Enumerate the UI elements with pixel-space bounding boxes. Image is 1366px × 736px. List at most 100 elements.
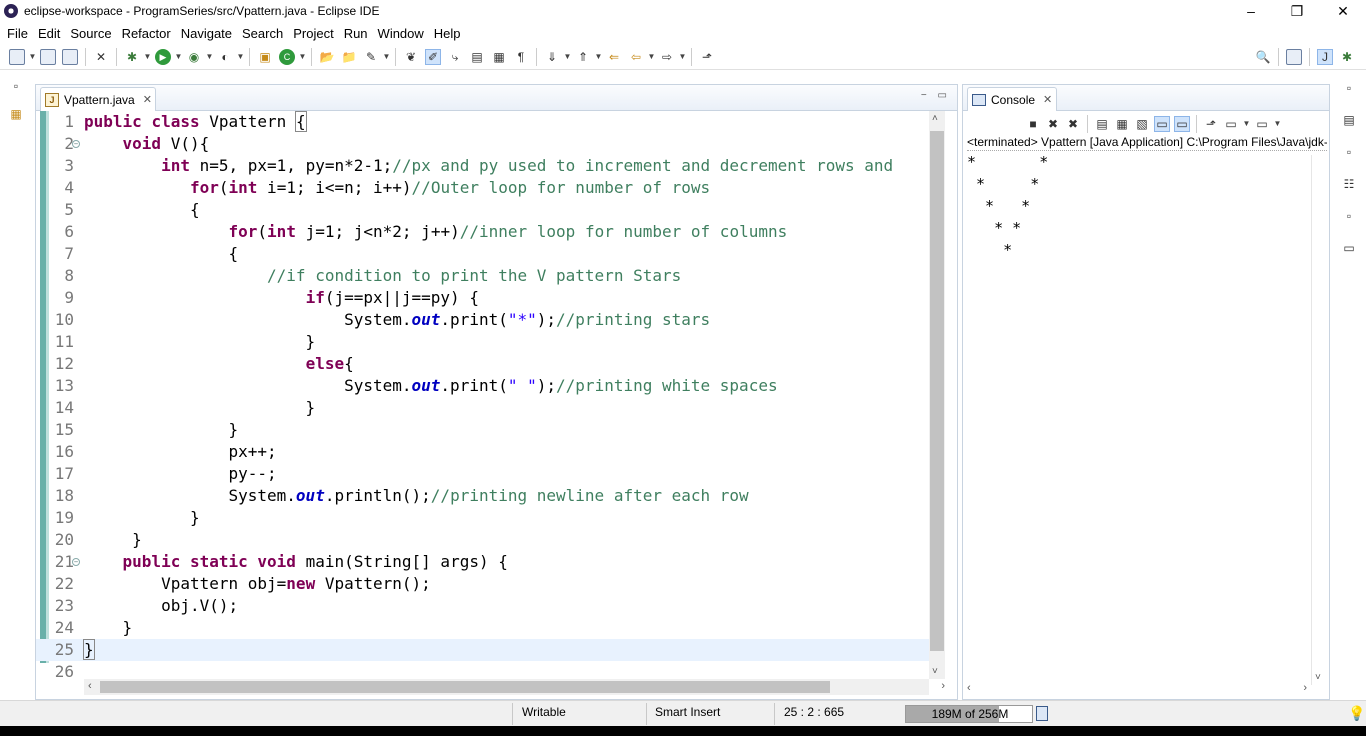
remove-all-terminated-icon[interactable]: ✖ [1065,116,1081,132]
pin-console-icon[interactable]: ⬏ [1203,116,1219,132]
scroll-right-icon[interactable]: › [941,680,945,692]
maximize-button[interactable]: ❐ [1274,0,1320,22]
debug-dropdown-icon[interactable]: ▼ [144,49,152,65]
scroll-left-icon[interactable]: ‹ [967,682,971,694]
new-java-class-icon[interactable]: C [279,48,295,65]
pilcrow-icon[interactable]: ¶ [513,49,529,65]
save-icon[interactable] [40,48,56,65]
next-annotation-icon[interactable]: ⇓ [544,49,560,65]
pin-editor-icon[interactable]: ⬏ [699,49,715,65]
problems-icon[interactable]: ▭ [1341,240,1357,256]
close-tab-icon[interactable]: ✕ [1043,93,1052,106]
external-tools-dropdown-icon[interactable]: ▼ [237,49,245,65]
last-edit-icon[interactable]: ⇐ [606,49,622,65]
menu-project[interactable]: Project [289,26,337,41]
scroll-thumb[interactable] [930,131,944,651]
scroll-down-icon[interactable]: ˅ [932,666,938,677]
task-list-icon[interactable]: ☷ [1341,176,1357,192]
code-editor[interactable]: 1 public class Vpattern { 2− void V(){ 3 … [36,111,929,679]
menu-file[interactable]: File [3,26,32,41]
search-icon[interactable]: 🔍 [1255,49,1271,65]
new-dropdown-icon[interactable]: ▼ [29,49,37,65]
run-icon[interactable]: ▶ [155,48,171,65]
clear-console-icon[interactable]: ▤ [1094,116,1110,132]
scroll-left-icon[interactable]: ‹ [88,680,92,692]
coverage-dropdown-icon[interactable]: ▼ [206,49,214,65]
editor-vertical-scrollbar[interactable]: ˄ ˅ [929,111,945,679]
restore-icon[interactable]: ▫ [1341,80,1357,96]
editor-horizontal-scrollbar[interactable]: ‹ › [84,679,945,695]
menu-source[interactable]: Source [66,26,115,41]
open-perspective-icon[interactable] [1286,49,1302,65]
editor-minimize-maximize-icon[interactable]: − ▭ [921,90,951,101]
close-tab-icon[interactable]: ✕ [143,93,152,106]
menu-search[interactable]: Search [238,26,287,41]
search-dropdown-icon[interactable]: ▼ [383,49,391,65]
status-bar: Writable Smart Insert 25 : 2 : 665 189M … [0,700,1366,726]
tab-vpattern-java[interactable]: J Vpattern.java ✕ [40,87,156,111]
menu-run[interactable]: Run [340,26,372,41]
coverage-icon[interactable]: ◉ [186,49,202,65]
display-selected-console-icon[interactable]: ▭ [1223,116,1239,132]
scroll-thumb[interactable] [100,681,830,693]
toggle-ant-icon[interactable]: ❦ [403,49,419,65]
next-annotation-dropdown-icon[interactable]: ▼ [564,49,572,65]
scroll-right-icon[interactable]: › [1303,682,1307,694]
previous-annotation-dropdown-icon[interactable]: ▼ [595,49,603,65]
scroll-lock-icon[interactable]: ▦ [1114,116,1130,132]
display-console-dropdown-icon[interactable]: ▼ [1243,116,1251,132]
outline-icon[interactable]: ▤ [1341,112,1357,128]
menu-window[interactable]: Window [374,26,428,41]
show-on-stderr-icon[interactable]: ▭ [1174,116,1190,132]
new-icon[interactable] [9,48,25,65]
scroll-up-icon[interactable]: ˄ [932,113,938,124]
debug-icon[interactable]: ✱ [124,49,140,65]
word-wrap-icon[interactable]: ⤷ [447,49,463,65]
forward-icon[interactable]: ⇨ [659,49,675,65]
scroll-down-icon[interactable]: ˅ [1315,672,1321,683]
collapse-icon[interactable]: − [72,558,80,566]
skip-breakpoints-icon[interactable]: ✕ [93,49,109,65]
save-all-icon[interactable] [62,48,78,65]
back-dropdown-icon[interactable]: ▼ [648,49,656,65]
restore-icon[interactable]: ▫ [8,78,24,94]
forward-dropdown-icon[interactable]: ▼ [679,49,687,65]
minimize-button[interactable]: – [1228,0,1274,22]
heap-status[interactable]: 189M of 256M [905,705,1033,723]
new-java-package-icon[interactable]: ▣ [257,49,273,65]
restore-icon[interactable]: ▫ [1341,208,1357,224]
remove-launch-icon[interactable]: ✖ [1045,116,1061,132]
show-on-stdout-icon[interactable]: ▭ [1154,116,1170,132]
mark-occurrences-icon[interactable]: ✐ [425,48,441,65]
java-perspective-icon[interactable]: J [1317,49,1333,65]
open-console-dropdown-icon[interactable]: ▼ [1274,116,1282,132]
restore-icon[interactable]: ▫ [1341,144,1357,160]
console-output[interactable]: * * * * * * * * * [967,151,1048,261]
tip-lightbulb-icon[interactable]: 💡 [1348,705,1365,722]
open-task-icon[interactable]: 📁 [341,49,357,65]
show-whitespace-icon[interactable]: ▦ [491,49,507,65]
debug-perspective-icon[interactable]: ✱ [1339,49,1355,65]
run-dropdown-icon[interactable]: ▼ [175,49,183,65]
console-horizontal-scrollbar[interactable]: ‹ › [963,681,1311,697]
close-button[interactable]: ✕ [1320,0,1366,22]
search-tool-icon[interactable]: ✎ [363,49,379,65]
menu-refactor[interactable]: Refactor [118,26,175,41]
word-wrap-icon[interactable]: ▧ [1134,116,1150,132]
collapse-icon[interactable]: − [72,140,80,148]
external-tools-icon[interactable]: ◐ [217,49,233,65]
package-explorer-icon[interactable]: ▦ [8,106,24,122]
back-icon[interactable]: ⇦ [628,49,644,65]
garbage-collect-icon[interactable] [1036,706,1048,721]
menu-help[interactable]: Help [430,26,465,41]
console-vertical-scrollbar[interactable]: ˅ [1311,155,1327,685]
previous-annotation-icon[interactable]: ⇑ [575,49,591,65]
tab-console[interactable]: Console ✕ [967,87,1057,111]
menu-navigate[interactable]: Navigate [177,26,236,41]
new-class-dropdown-icon[interactable]: ▼ [299,49,307,65]
menu-edit[interactable]: Edit [34,26,64,41]
block-selection-icon[interactable]: ▤ [469,49,485,65]
open-type-icon[interactable]: 📂 [319,49,335,65]
open-console-icon[interactable]: ▭ [1254,116,1270,132]
terminate-icon[interactable]: ■ [1025,116,1041,132]
